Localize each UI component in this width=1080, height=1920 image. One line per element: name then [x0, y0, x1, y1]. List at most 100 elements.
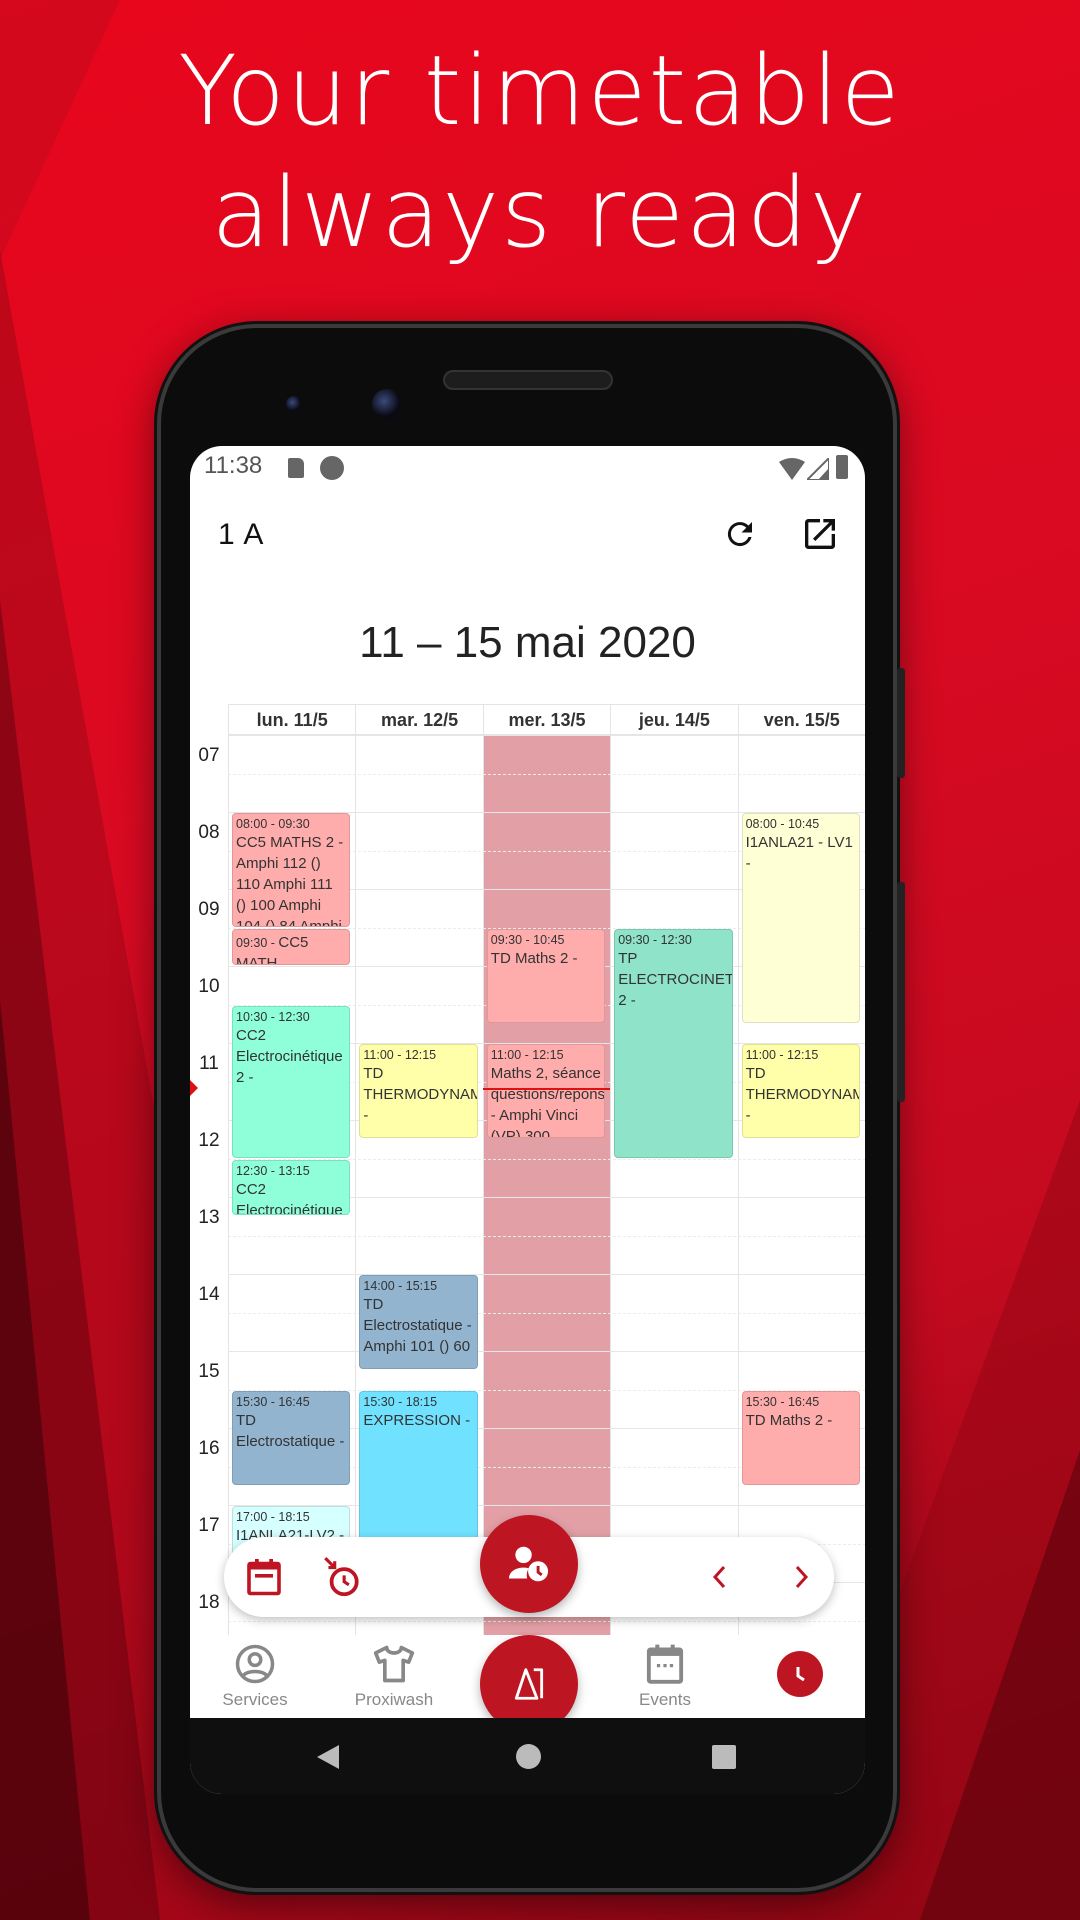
refresh-icon[interactable] [722, 516, 758, 552]
nav-services[interactable]: Services [200, 1643, 310, 1710]
app-notification-icon [320, 456, 344, 480]
event-title: TD Electrostatique - [236, 1411, 345, 1450]
half-hour-line [228, 1312, 865, 1314]
hour-label: 12 [198, 1130, 220, 1151]
day-divider [228, 735, 229, 1635]
timetable-event[interactable]: 09:30 - 10:45 TD Maths 2 - [486, 928, 606, 1023]
hour-label: 15 [198, 1361, 220, 1382]
hour-line [228, 1274, 865, 1275]
signal-icon [807, 458, 829, 480]
event-title: CC2 Electrocinétique 2 - [236, 1026, 343, 1086]
person-clock-fab[interactable] [480, 1515, 578, 1613]
day-divider [355, 735, 357, 1635]
nav-label: Proxiwash [354, 1690, 434, 1709]
battery-icon [836, 455, 848, 479]
app-bar-title: 1 A [218, 518, 265, 551]
calendar-events-icon [646, 1644, 684, 1684]
half-hour-line [228, 1620, 865, 1622]
event-time: 10:30 - 12:30 [236, 1009, 310, 1024]
timetable-event[interactable]: 14:00 - 15:15 TD Electrostatique - Amphi … [359, 1275, 478, 1370]
headline-line-2: always ready [211, 157, 869, 269]
hour-label: 16 [198, 1438, 220, 1459]
event-title: EXPRESSION - [363, 1411, 471, 1429]
status-time: 11:38 [204, 452, 263, 479]
event-title: CC5 MATHS 2 - Amphi 112 () 110 Amphi 111… [236, 834, 344, 927]
hour-label: 13 [198, 1207, 220, 1228]
timetable-event[interactable]: 08:00 - 10:45 I1ANLA21 - LV1 - [741, 813, 860, 1023]
today-column-highlight [482, 735, 611, 1635]
open-external-icon[interactable] [800, 514, 840, 554]
event-title: TD Maths 2 - [490, 949, 578, 967]
hour-label: 09 [198, 899, 220, 920]
timetable-event[interactable]: 11:00 - 12:15 TD THERMODYNAMI - [741, 1044, 860, 1139]
day-header[interactable]: lun. 11/5 [228, 704, 356, 735]
timetable-event[interactable]: 15:30 - 16:45 TD Maths 2 - [741, 1390, 860, 1485]
event-time: 12:30 - 13:15 [236, 1163, 310, 1178]
event-time: 15:30 - 18:15 [363, 1394, 438, 1409]
event-title: CC2 Electrocinétique [236, 1180, 343, 1216]
speaker [443, 370, 613, 390]
now-indicator-arrow [190, 1079, 198, 1096]
hour-label: 11 [199, 1053, 219, 1074]
camera-icon [372, 389, 402, 419]
person-clock-icon [509, 1546, 549, 1582]
half-hour-line [228, 1235, 865, 1237]
chevron-left-icon[interactable] [708, 1563, 732, 1591]
insa-logo-icon [514, 1668, 544, 1700]
event-title: I1ANLA21 - LV1 - [745, 834, 853, 872]
now-indicator-line [482, 1087, 611, 1090]
day-divider [737, 735, 739, 1635]
recents-icon[interactable] [712, 1745, 736, 1769]
event-time: 08:00 - 10:45 [745, 817, 820, 831]
headline: Your timetable always ready [0, 30, 1080, 274]
event-time: 15:30 - 16:45 [745, 1394, 820, 1409]
timetable-event[interactable]: 15:30 - 16:45 TD Electrostatique - [232, 1390, 351, 1485]
chevron-right-icon[interactable] [789, 1563, 813, 1591]
hour-label: 10 [198, 976, 220, 997]
day-divider [482, 735, 484, 1635]
jump-to-now-icon[interactable] [322, 1555, 360, 1599]
day-header[interactable]: ven. 15/5 [737, 704, 865, 735]
event-title: TD THERMODYNAMI - [363, 1065, 478, 1124]
nav-label: Events [639, 1690, 691, 1709]
sd-card-icon [288, 458, 304, 478]
event-time: 09:30 - 10:45 [490, 932, 565, 947]
day-header[interactable]: jeu. 14/5 [610, 704, 738, 735]
event-time: 09:30 - 12:30 [618, 932, 692, 947]
status-bar: 11:38 [190, 446, 865, 500]
hour-label: 07 [198, 745, 220, 766]
event-title: TD Maths 2 - [745, 1411, 833, 1429]
timetable-event[interactable]: 11:00 - 12:15 TD THERMODYNAMI - [359, 1044, 478, 1139]
nav-events[interactable]: Events [610, 1643, 720, 1710]
nav-proxiwash[interactable]: Proxiwash [339, 1643, 449, 1710]
nav-planning-active[interactable] [777, 1651, 823, 1697]
calendar-icon[interactable] [246, 1557, 282, 1597]
day-header[interactable]: mer. 13/5 [482, 704, 611, 735]
timetable-event[interactable]: 09:30 - 12:30 TP ELECTROCINETIC 2 - [614, 928, 733, 1158]
home-icon[interactable] [516, 1744, 541, 1769]
timetable-grid[interactable]: 07 08 09 10 11 12 13 14 15 16 17 18 lun. 11/5 mar. 12… [190, 704, 865, 1635]
timetable-event[interactable]: 11:00 - 12:15 Maths 2, séance questions/r… [486, 1044, 606, 1139]
event-time: 11:00 - 12:15 [490, 1048, 564, 1062]
system-navigation-bar [190, 1718, 865, 1794]
timetable-event[interactable]: 09:30 - CC5 MATH [232, 928, 351, 965]
back-icon[interactable] [315, 1744, 341, 1770]
volume-button [897, 882, 905, 1102]
day-header[interactable]: mar. 12/5 [355, 704, 483, 735]
event-title: TD THERMODYNAMI - [745, 1065, 860, 1124]
clock-icon [796, 1667, 805, 1682]
event-time: 14:00 - 15:15 [363, 1279, 438, 1293]
timetable-event[interactable]: 10:30 - 12:30 CC2 Electrocinétique 2 - [232, 1005, 351, 1158]
timetable-event[interactable]: 08:00 - 09:30 CC5 MATHS 2 - Amphi 112 () … [232, 813, 351, 927]
nav-label: Services [222, 1690, 288, 1709]
hour-line [228, 1351, 865, 1352]
tshirt-icon [373, 1645, 415, 1683]
hour-label: 18 [198, 1592, 220, 1613]
hour-label: 14 [198, 1284, 220, 1305]
event-time: 15:30 - 16:45 [236, 1394, 310, 1409]
phone-screen: 11:38 1 A 11 – 15 mai 2020 07 08 09 10 11 12 1… [190, 446, 865, 1794]
event-title: Maths 2, séance questions/répons - Amphi… [490, 1065, 606, 1139]
timetable-event[interactable]: 12:30 - 13:15 CC2 Electrocinétique [232, 1159, 351, 1216]
event-title: TP ELECTROCINETIC 2 - [618, 949, 733, 1009]
event-time: 11:00 - 12:15 [363, 1048, 437, 1062]
